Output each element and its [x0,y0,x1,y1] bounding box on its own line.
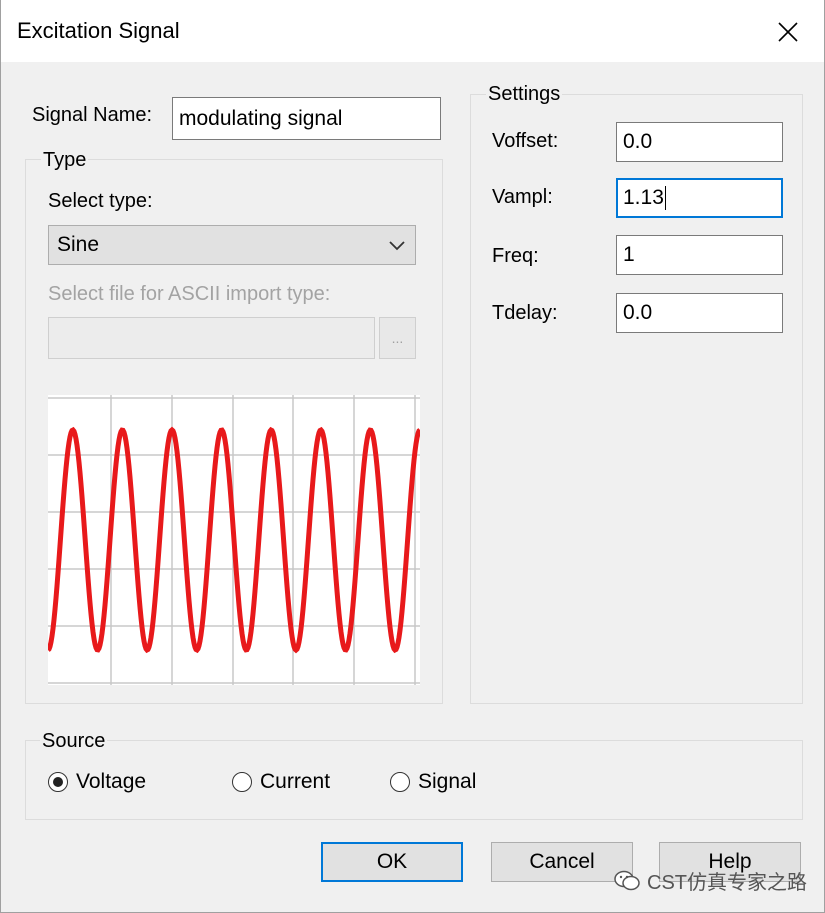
freq-label: Freq: [492,245,539,267]
settings-group-title: Settings [486,83,563,106]
radio-signal-indicator [390,772,410,792]
window-title: Excitation Signal [17,18,180,43]
signal-preview-svg [46,395,422,685]
tdelay-label: Tdelay: [492,302,558,324]
sine-wave [46,426,422,654]
radio-voltage-indicator [48,772,68,792]
ascii-file-label: Select file for ASCII import type: [48,283,331,305]
type-group-title: Type [41,149,89,172]
close-icon [778,22,798,42]
browse-file-label: ... [391,330,404,346]
radio-selected-dot [53,777,63,787]
radio-signal-label: Signal [418,770,477,793]
ok-button-label: OK [376,850,408,873]
signal-type-value: Sine [57,233,100,256]
title-bar: Excitation Signal [1,0,824,62]
watermark: CST仿真专家之路 [613,866,807,895]
wechat-icon [614,870,640,890]
radio-signal[interactable]: Signal [390,770,476,794]
radio-current[interactable]: Current [232,770,330,794]
vampl-input[interactable]: 1.13 [616,178,783,218]
select-type-label: Select type: [48,190,153,212]
cancel-button-label: Cancel [529,850,595,873]
cancel-button[interactable]: Cancel [491,842,633,882]
ascii-file-input[interactable] [48,317,375,359]
signal-preview-graph [46,395,422,685]
vampl-value: 1.13 [623,186,664,209]
voffset-input[interactable]: 0.0 [616,122,783,162]
signal-name-label: Signal Name: [32,104,153,126]
freq-value: 1 [623,243,635,266]
voffset-value: 0.0 [623,130,653,153]
ok-button[interactable]: OK [321,842,463,882]
radio-voltage[interactable]: Voltage [48,770,146,794]
voffset-label: Voffset: [492,130,559,152]
watermark-text: CST仿真专家之路 [647,872,807,894]
tdelay-input[interactable]: 0.0 [616,293,783,333]
radio-current-indicator [232,772,252,792]
browse-file-button[interactable]: ... [379,317,416,359]
signal-name-value: modulating signal [179,106,343,130]
freq-input[interactable]: 1 [616,235,783,275]
vampl-label: Vampl: [492,186,553,208]
tdelay-value: 0.0 [623,301,653,324]
excitation-signal-dialog: Excitation Signal Signal Name: modulatin… [0,0,825,913]
close-button[interactable] [764,10,812,54]
text-caret [664,186,666,210]
radio-voltage-label: Voltage [76,770,147,793]
radio-current-label: Current [260,770,331,793]
signal-type-select[interactable]: Sine [48,225,416,265]
source-group-title: Source [40,730,108,753]
chevron-down-icon [389,241,405,251]
signal-name-input[interactable]: modulating signal [172,97,441,140]
